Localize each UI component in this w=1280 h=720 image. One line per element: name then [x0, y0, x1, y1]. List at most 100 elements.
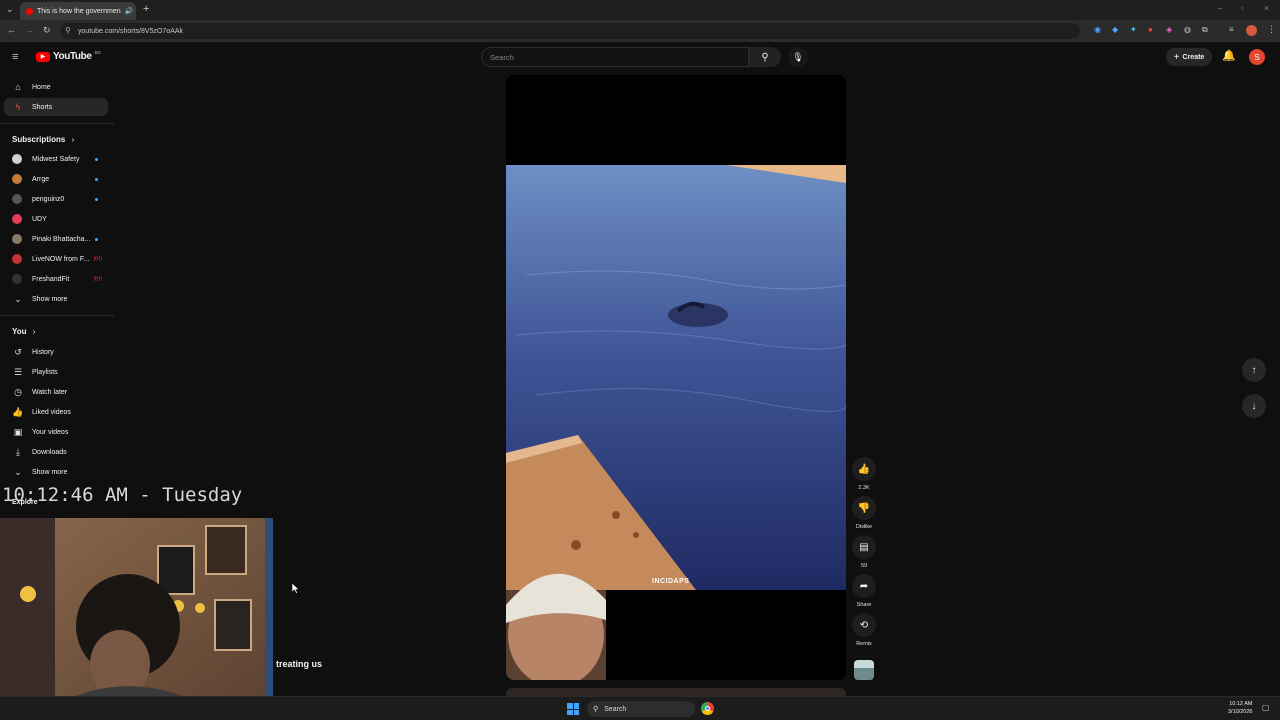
- youtube-logo[interactable]: ▶ YouTube BD: [36, 50, 101, 62]
- sidebar-subscription[interactable]: LiveNOW from F... ((•)): [4, 250, 108, 268]
- subscriptions-title: Subscriptions: [12, 135, 66, 144]
- taskbar-date: 3/10/2026: [1228, 709, 1253, 715]
- taskbar-search[interactable]: ⚲ Search: [587, 701, 695, 717]
- sidebar-subscription[interactable]: FreshandFit ((•)): [4, 270, 108, 288]
- window-close-icon[interactable]: ×: [1264, 4, 1269, 13]
- channel-avatar: [12, 194, 22, 204]
- chevron-down-icon: ⌄: [14, 293, 22, 304]
- share-button[interactable]: ➦ Share: [852, 574, 876, 608]
- next-short-preview[interactable]: [506, 688, 846, 696]
- new-content-dot: [95, 237, 98, 241]
- sidebar-item-shorts[interactable]: ϟ Shorts: [4, 98, 108, 116]
- shorts-video-player[interactable]: INCIDAPS: [506, 75, 846, 680]
- comments-button[interactable]: ▤ 59: [852, 535, 876, 569]
- previous-short-button[interactable]: ↑: [1242, 358, 1266, 382]
- youtube-favicon-icon: [26, 7, 33, 15]
- sound-thumbnail[interactable]: [854, 660, 874, 680]
- sidebar-subscription[interactable]: Pinaki Bhattacha...: [4, 230, 108, 248]
- video-watermark: INCIDAPS: [652, 578, 690, 585]
- tab-search-icon[interactable]: ⌄: [6, 5, 14, 14]
- extension-icon[interactable]: ◈: [1166, 26, 1172, 34]
- sidebar-item-label: Home: [32, 83, 51, 91]
- maximize-icon[interactable]: ▫: [1241, 5, 1244, 13]
- search-icon: ⚲: [761, 51, 769, 63]
- remix-button[interactable]: ⟲ Remix: [852, 613, 876, 647]
- speaker-icon[interactable]: 🔊: [125, 7, 134, 15]
- more-menu-icon[interactable]: ⋮: [1267, 25, 1276, 34]
- create-button[interactable]: + Create: [1166, 48, 1212, 66]
- taskbar-time: 10:12 AM: [1229, 701, 1253, 707]
- voice-search-button[interactable]: 🎙: [788, 47, 808, 67]
- channel-avatar: [12, 234, 22, 244]
- like-count: 2.3K: [858, 485, 870, 491]
- playlists-icon: ☰: [13, 366, 23, 377]
- new-content-dot: [95, 197, 98, 201]
- sidebar-subscription[interactable]: UDY: [4, 210, 108, 228]
- webcam-overlay: [0, 518, 273, 720]
- sidebar-item-your-videos[interactable]: ▣ Your videos: [4, 423, 108, 441]
- new-content-dot: [95, 157, 98, 161]
- channel-avatar: [12, 174, 22, 184]
- search-button[interactable]: ⚲: [749, 47, 781, 67]
- logo-text: YouTube: [53, 51, 92, 62]
- comment-icon: ▤: [852, 535, 876, 559]
- sidebar-subscription[interactable]: Midwest Safety: [4, 150, 108, 168]
- sidebar-subscription[interactable]: penguinz0: [4, 190, 108, 208]
- sidebar-item-history[interactable]: ↺ History: [4, 343, 108, 361]
- menu-lines-icon[interactable]: ≡: [1229, 26, 1234, 34]
- dislike-button[interactable]: 👎 Dislike: [852, 496, 876, 530]
- extension-icon[interactable]: ◆: [1112, 26, 1118, 34]
- sidebar-subscription[interactable]: Arrge: [4, 170, 108, 188]
- notification-icon[interactable]: ▢: [1262, 703, 1270, 712]
- browser-tab[interactable]: This is how the governmen 🔊 ×: [20, 2, 136, 20]
- show-more-subscriptions[interactable]: ⌄ Show more: [4, 290, 108, 308]
- microphone-icon: 🎙: [792, 51, 804, 62]
- sidebar-item-label: Watch later: [32, 388, 68, 396]
- shorts-icon: ϟ: [15, 102, 21, 112]
- extension-icon[interactable]: ✦: [1130, 26, 1137, 34]
- sidebar-item-liked-videos[interactable]: 👍 Liked videos: [4, 403, 108, 421]
- url-field[interactable]: ⚲ youtube.com/shorts/8V5zO7oAAk: [60, 23, 1080, 39]
- extension-icon[interactable]: ◉: [1094, 26, 1101, 34]
- extension-icon[interactable]: ●: [1148, 26, 1153, 34]
- you-title: You: [12, 327, 27, 336]
- sidebar-divider: [0, 315, 114, 316]
- you-heading[interactable]: You ›: [12, 327, 35, 336]
- site-info-icon[interactable]: ⚲: [65, 26, 71, 35]
- like-button[interactable]: 👍 2.3K: [852, 457, 876, 491]
- forward-icon[interactable]: →: [25, 26, 34, 35]
- profile-avatar[interactable]: [1246, 25, 1257, 36]
- channel-name: FreshandFit: [32, 275, 70, 283]
- share-label: Share: [856, 602, 872, 608]
- search-icon: ⚲: [593, 706, 599, 713]
- notifications-bell-icon[interactable]: 🔔: [1222, 51, 1236, 62]
- video-frame: [506, 75, 846, 680]
- comments-count: 59: [860, 563, 868, 569]
- chrome-taskbar-icon[interactable]: [701, 702, 714, 715]
- hamburger-menu-icon[interactable]: ≡: [12, 52, 18, 63]
- taskbar-clock[interactable]: 10:12 AM 3/10/2026: [1228, 700, 1252, 716]
- remix-icon: ⟲: [852, 613, 876, 637]
- extension-icon[interactable]: ◍: [1184, 26, 1191, 34]
- sidebar-item-watch-later[interactable]: ◷ Watch later: [4, 383, 108, 401]
- new-content-dot: [95, 177, 98, 181]
- mouse-cursor-icon: [292, 583, 300, 594]
- account-avatar[interactable]: S: [1249, 49, 1265, 65]
- extensions-puzzle-icon[interactable]: ⧉: [1202, 26, 1208, 34]
- minimize-icon[interactable]: –: [1218, 5, 1222, 13]
- sidebar-item-label: Shorts: [32, 103, 53, 111]
- sidebar-item-label: Playlists: [32, 368, 58, 376]
- dislike-label: Dislike: [855, 524, 873, 530]
- sidebar-item-home[interactable]: ⌂ Home: [4, 78, 108, 96]
- sidebar-item-downloads[interactable]: ⤓ Downloads: [4, 443, 108, 461]
- subscriptions-heading[interactable]: Subscriptions ›: [12, 135, 74, 144]
- channel-avatar: [12, 154, 22, 164]
- new-tab-icon[interactable]: +: [143, 4, 149, 15]
- next-short-button[interactable]: ↓: [1242, 394, 1266, 418]
- search-input[interactable]: Search: [481, 47, 749, 67]
- back-icon[interactable]: ←: [7, 26, 16, 35]
- reload-icon[interactable]: ↻: [43, 26, 51, 35]
- windows-start-icon[interactable]: [567, 703, 579, 715]
- sidebar-item-playlists[interactable]: ☰ Playlists: [4, 363, 108, 381]
- show-more-you[interactable]: ⌄ Show more: [4, 463, 108, 481]
